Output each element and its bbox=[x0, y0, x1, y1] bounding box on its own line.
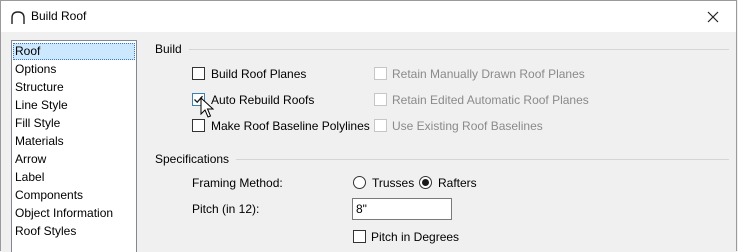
sidebar-item-roof-styles[interactable]: Roof Styles bbox=[13, 223, 135, 240]
build-roof-planes-checkbox[interactable] bbox=[192, 67, 205, 80]
radio-selected-dot bbox=[422, 179, 429, 186]
make-roof-baseline-polylines-checkbox[interactable] bbox=[192, 119, 205, 132]
specifications-group-heading: Specifications bbox=[155, 152, 230, 166]
sidebar-item-options[interactable]: Options bbox=[13, 61, 135, 78]
retain-edited-roof-planes-checkbox[interactable] bbox=[374, 93, 387, 106]
build-roof-dialog: Build Roof Roof Options Structure Line S… bbox=[0, 0, 737, 252]
use-existing-baselines-label: Use Existing Roof Baselines bbox=[392, 119, 543, 133]
framing-method-label: Framing Method: bbox=[192, 176, 283, 190]
trusses-label: Trusses bbox=[372, 176, 415, 190]
specifications-group-divider bbox=[236, 159, 729, 160]
build-group-divider bbox=[189, 49, 729, 50]
auto-rebuild-roofs-label: Auto Rebuild Roofs bbox=[211, 93, 315, 107]
use-existing-baselines-checkbox[interactable] bbox=[374, 119, 387, 132]
title-bar: Build Roof bbox=[1, 1, 736, 32]
sidebar-item-components[interactable]: Components bbox=[13, 187, 135, 204]
rafters-label: Rafters bbox=[438, 176, 477, 190]
pitch-input[interactable]: 8" bbox=[352, 198, 452, 220]
sidebar-item-arrow[interactable]: Arrow bbox=[13, 151, 135, 168]
pitch-in-degrees-checkbox[interactable] bbox=[353, 230, 366, 243]
pitch-label: Pitch (in 12): bbox=[192, 202, 260, 216]
sidebar-item-fill-style[interactable]: Fill Style bbox=[13, 115, 135, 132]
build-roof-planes-label: Build Roof Planes bbox=[211, 67, 307, 81]
retain-manual-roof-planes-label: Retain Manually Drawn Roof Planes bbox=[392, 67, 585, 81]
category-list[interactable]: Roof Options Structure Line Style Fill S… bbox=[11, 40, 137, 252]
trusses-radio[interactable] bbox=[353, 176, 366, 189]
sidebar-item-label[interactable]: Label bbox=[13, 169, 135, 186]
retain-edited-roof-planes-label: Retain Edited Automatic Roof Planes bbox=[392, 93, 589, 107]
retain-manual-roof-planes-checkbox[interactable] bbox=[374, 67, 387, 80]
roof-arc-icon bbox=[11, 11, 25, 24]
make-roof-baseline-polylines-label: Make Roof Baseline Polylines bbox=[211, 119, 370, 133]
window-title: Build Roof bbox=[31, 9, 87, 23]
rafters-radio[interactable] bbox=[419, 176, 432, 189]
sidebar-item-structure[interactable]: Structure bbox=[13, 79, 135, 96]
sidebar-item-line-style[interactable]: Line Style bbox=[13, 97, 135, 114]
sidebar-item-object-information[interactable]: Object Information bbox=[13, 205, 135, 222]
build-group-heading: Build bbox=[155, 42, 182, 56]
pitch-in-degrees-label: Pitch in Degrees bbox=[371, 230, 460, 244]
mouse-pointer-icon bbox=[200, 97, 214, 118]
sidebar-item-roof[interactable]: Roof bbox=[13, 43, 135, 60]
close-button[interactable] bbox=[690, 1, 736, 32]
close-icon bbox=[707, 11, 719, 22]
sidebar-item-materials[interactable]: Materials bbox=[13, 133, 135, 150]
